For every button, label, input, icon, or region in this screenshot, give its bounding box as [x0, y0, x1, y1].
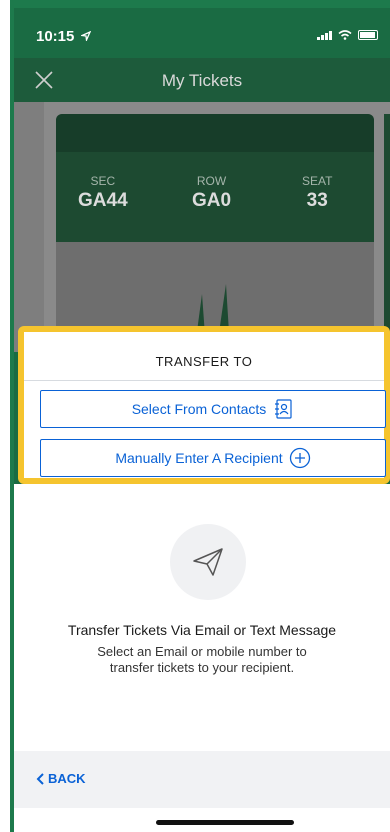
- header: My Tickets: [14, 58, 390, 102]
- home-indicator: [156, 820, 294, 825]
- chevron-left-icon: [36, 772, 44, 785]
- ticket-header: [56, 114, 374, 152]
- send-icon-container: [170, 524, 246, 600]
- back-button[interactable]: BACK: [36, 771, 86, 786]
- divider: [24, 380, 384, 381]
- footer-bar: BACK: [14, 751, 390, 808]
- transfer-info-title: Transfer Tickets Via Email or Text Messa…: [67, 622, 337, 638]
- previous-ticket-edge: [14, 102, 44, 352]
- status-time: 10:15: [36, 28, 91, 45]
- sec-column: SEC GA44: [78, 174, 128, 212]
- app-screen: 10:15 My Tickets SEC GA44 ROW GA0 SEAT 3…: [14, 8, 390, 832]
- status-icons: [317, 30, 378, 40]
- transfer-to-title: TRANSFER TO: [155, 354, 253, 369]
- ticket-carousel: SEC GA44 ROW GA0 SEAT 33: [14, 102, 390, 414]
- transfer-info-area: Transfer Tickets Via Email or Text Messa…: [14, 484, 390, 832]
- ticket-seat-info: SEC GA44 ROW GA0 SEAT 33: [56, 152, 374, 242]
- sec-label: SEC: [90, 174, 116, 188]
- status-bar: 10:15: [14, 8, 390, 58]
- signal-icon: [317, 30, 332, 40]
- battery-icon: [358, 30, 378, 40]
- select-from-contacts-button[interactable]: Select From Contacts: [40, 390, 386, 428]
- add-circle-icon: [289, 447, 310, 469]
- seat-label: SEAT: [302, 174, 333, 188]
- transfer-to-panel: TRANSFER TO Select From Contacts Manuall…: [18, 326, 390, 484]
- page-title: My Tickets: [161, 71, 243, 90]
- back-label: BACK: [48, 771, 86, 786]
- wifi-icon: [338, 30, 352, 40]
- sec-value: GA44: [78, 190, 128, 211]
- seat-column: SEAT 33: [302, 174, 332, 212]
- contacts-book-icon: [275, 399, 292, 419]
- manually-enter-recipient-label: Manually Enter A Recipient: [115, 450, 283, 466]
- location-arrow-icon: [79, 30, 91, 43]
- seat-value: 33: [306, 190, 328, 211]
- paper-plane-icon: [193, 548, 223, 576]
- row-value: GA0: [192, 190, 232, 211]
- transfer-info-description: Select an Email or mobile number to tran…: [97, 644, 307, 675]
- select-from-contacts-label: Select From Contacts: [131, 401, 267, 417]
- row-label: ROW: [196, 174, 227, 188]
- manually-enter-recipient-button[interactable]: Manually Enter A Recipient: [40, 439, 386, 477]
- row-column: ROW GA0: [192, 174, 231, 212]
